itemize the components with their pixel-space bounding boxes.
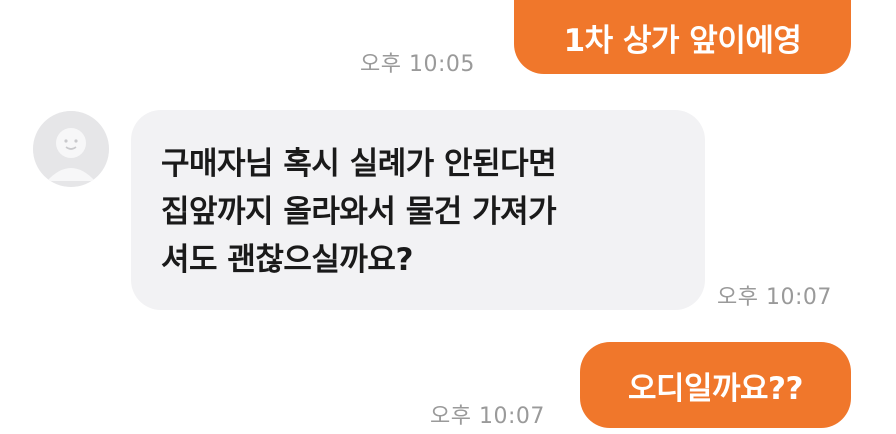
message-timestamp: 오후 10:05 bbox=[360, 52, 475, 77]
message-timestamp: 오후 10:07 bbox=[430, 404, 545, 429]
sender-avatar[interactable] bbox=[33, 111, 109, 187]
outgoing-message-bubble[interactable]: 오디일까요?? bbox=[580, 342, 851, 428]
message-text-line: 구매자님 혹시 실례가 안된다면 bbox=[161, 146, 557, 182]
outgoing-message-bubble[interactable]: 1차 상가 앞이에영 bbox=[514, 0, 851, 74]
chat-thread: 오후 10:05 1차 상가 앞이에영 구매자님 혹시 실례가 안된다면 집앞까… bbox=[0, 0, 896, 434]
message-text-line: 집앞까지 올라와서 물건 가져가 bbox=[161, 194, 557, 230]
message-text: 1차 상가 앞이에영 bbox=[563, 22, 802, 59]
message-text-line: 셔도 괜찮으실까요? bbox=[161, 242, 413, 278]
default-profile-icon bbox=[33, 111, 109, 187]
message-text: 오디일까요?? bbox=[627, 370, 804, 407]
incoming-message-bubble[interactable]: 구매자님 혹시 실례가 안된다면 집앞까지 올라와서 물건 가져가 셔도 괜찮으… bbox=[131, 110, 705, 310]
message-timestamp: 오후 10:07 bbox=[717, 285, 832, 310]
